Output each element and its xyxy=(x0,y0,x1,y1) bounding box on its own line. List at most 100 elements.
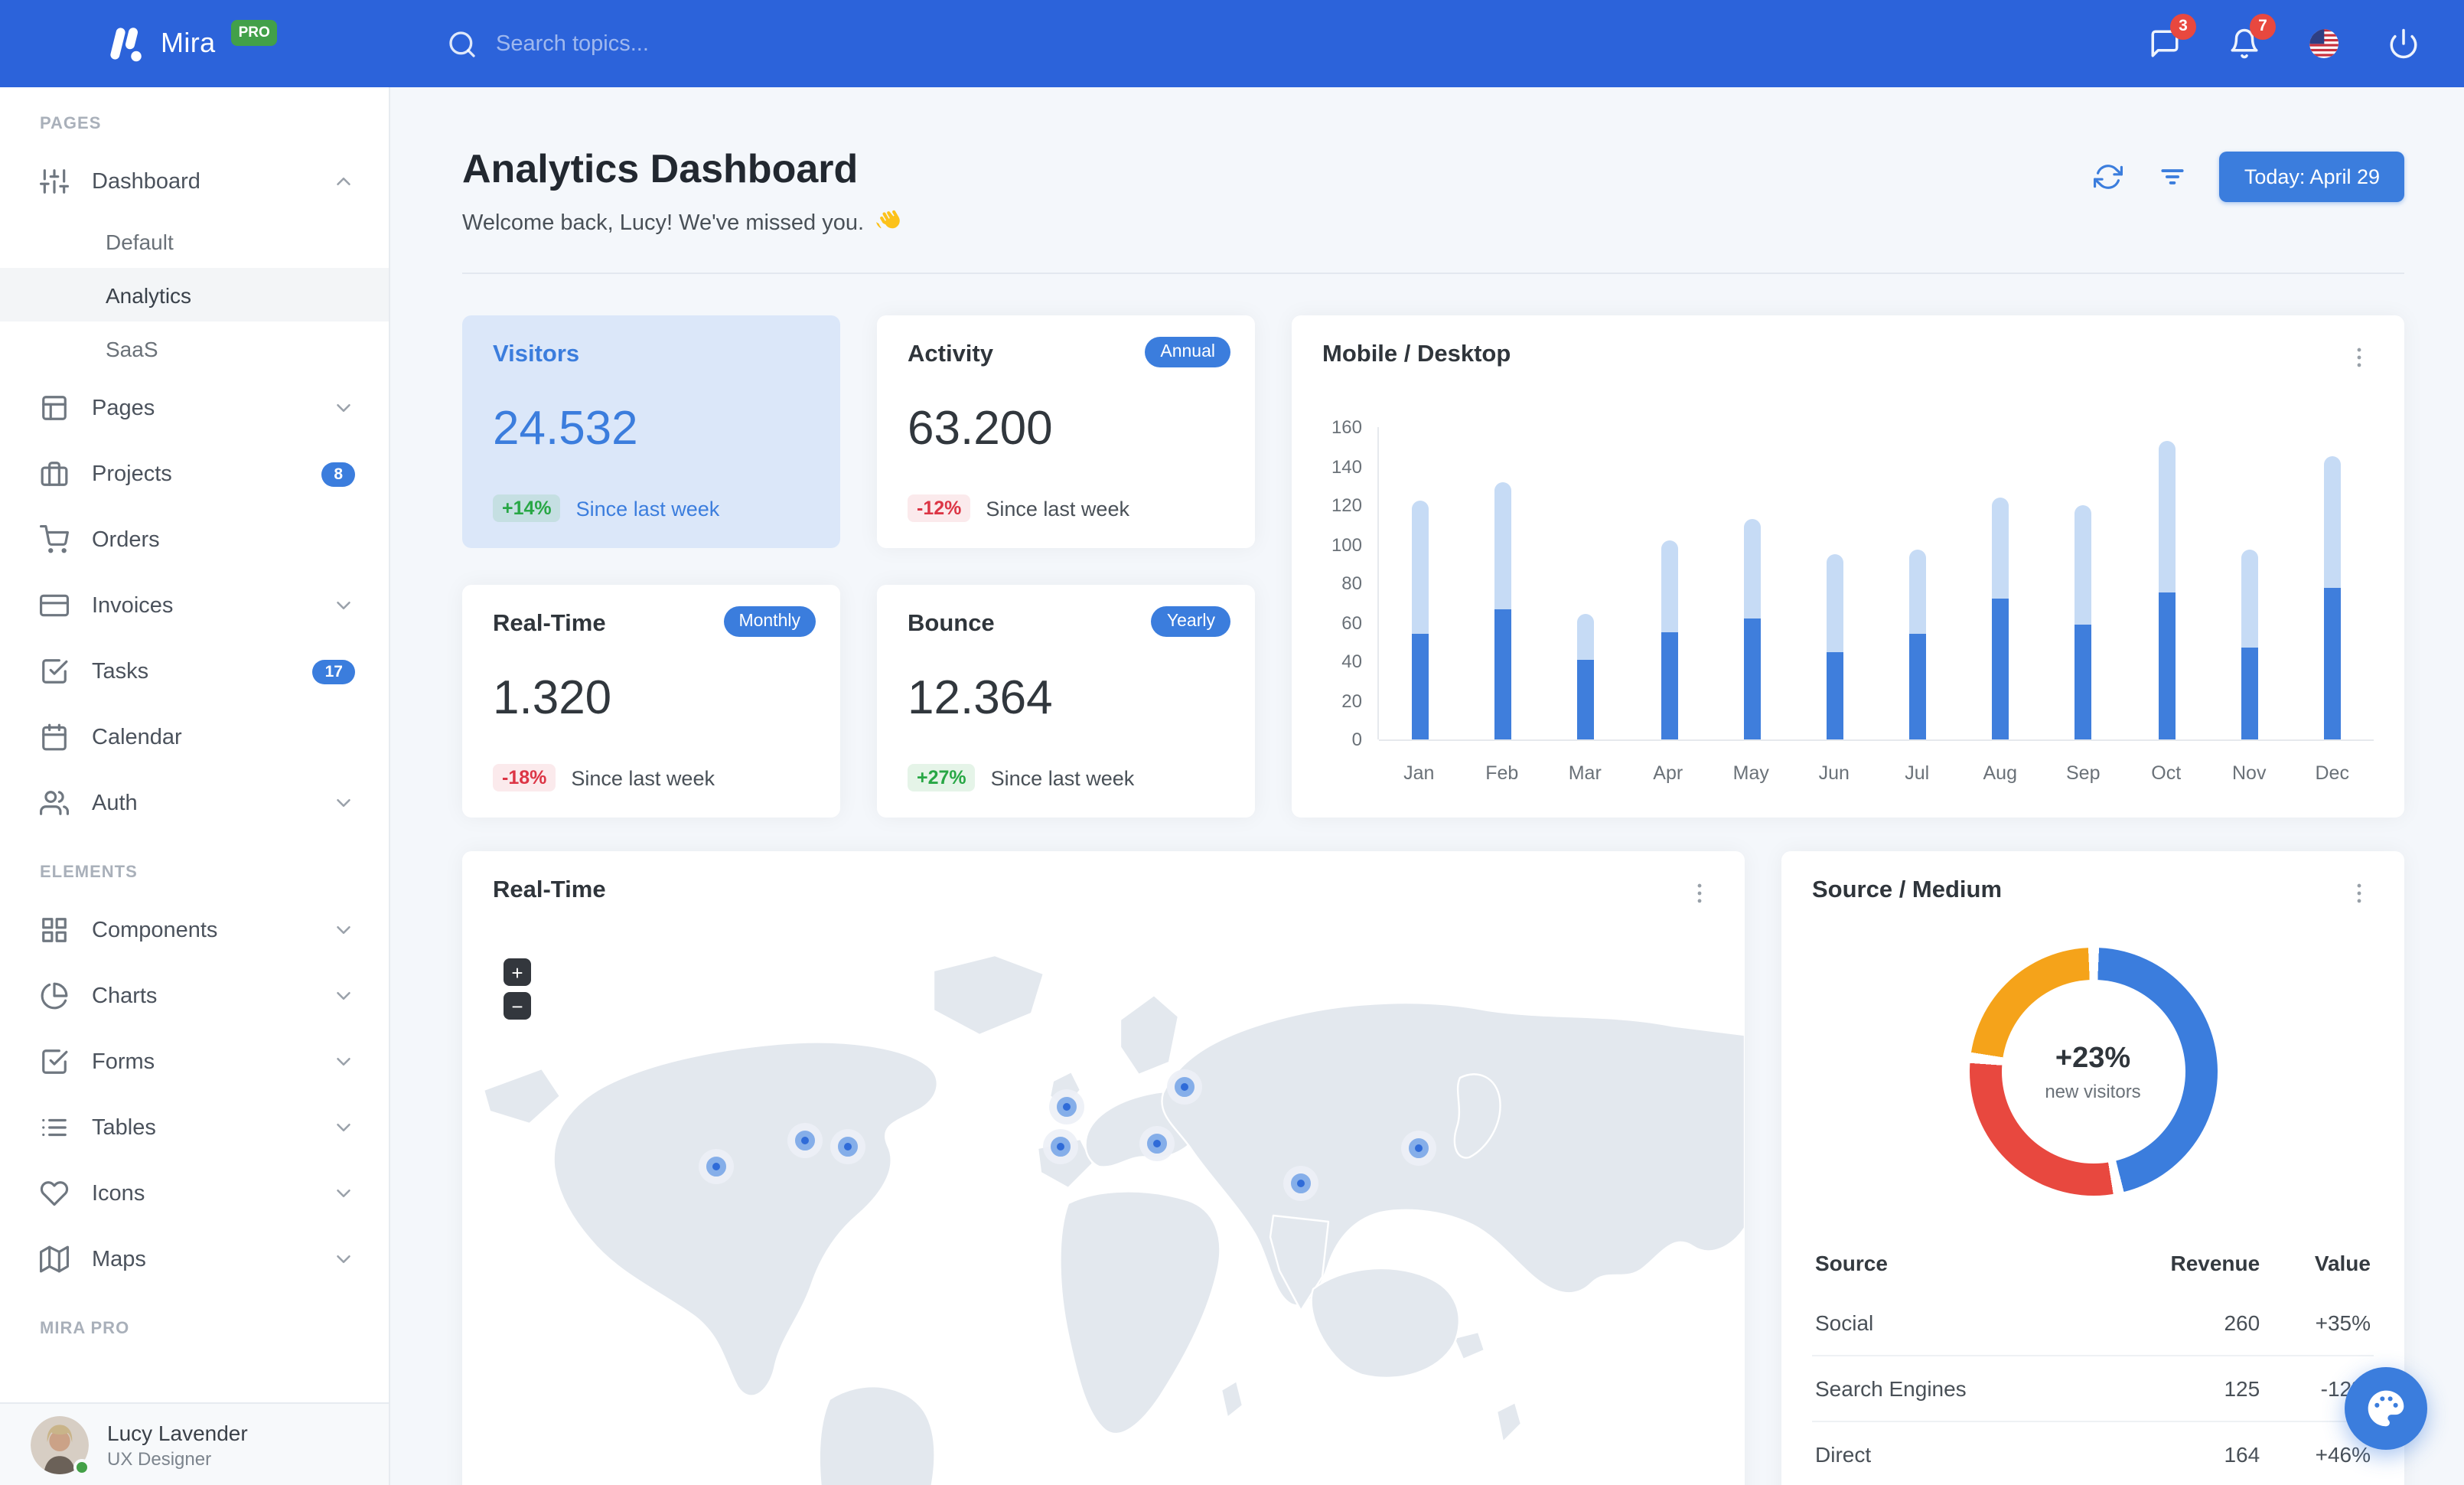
y-axis-tick: 100 xyxy=(1331,534,1362,555)
layout-icon xyxy=(42,396,67,420)
chevron-down-icon xyxy=(332,1248,355,1271)
sidebar-subitem-analytics[interactable]: Analytics xyxy=(0,268,389,321)
map-marker[interactable] xyxy=(1291,1173,1311,1193)
cart-icon xyxy=(40,525,69,553)
source-menu-button[interactable] xyxy=(2343,877,2374,908)
credit-card-icon xyxy=(40,591,69,620)
sidebar-item-components[interactable]: Components xyxy=(0,897,389,963)
sidebar-item-projects[interactable]: Projects 8 xyxy=(0,441,389,507)
y-axis-tick: 80 xyxy=(1341,573,1362,594)
map-zoom-out-button[interactable]: − xyxy=(504,992,531,1020)
sidebar-nav: PAGES Dashboard Default Analytics SaaS Pages P… xyxy=(0,87,389,1353)
theme-settings-fab[interactable] xyxy=(2345,1367,2427,1450)
refresh-button[interactable] xyxy=(2082,154,2134,200)
delta-badge: +27% xyxy=(908,764,976,791)
avatar xyxy=(31,1415,90,1475)
map-marker[interactable] xyxy=(706,1157,726,1177)
chevron-down-icon xyxy=(332,397,355,419)
sidebar-section-label: MIRA PRO xyxy=(40,1320,130,1338)
sidebar-item-label: Projects xyxy=(92,462,172,486)
delta-badge: -18% xyxy=(493,764,556,791)
bar-chart-menu-button[interactable] xyxy=(2343,341,2374,372)
map-marker[interactable] xyxy=(1175,1077,1195,1097)
search-input[interactable] xyxy=(496,31,986,56)
cell-revenue: 125 xyxy=(2092,1355,2264,1421)
briefcase-icon xyxy=(40,459,69,488)
map-menu-button[interactable] xyxy=(1683,877,1714,908)
x-axis-label: Oct xyxy=(2151,762,2182,784)
language-button[interactable] xyxy=(2293,13,2354,74)
donut-center-value: +23% xyxy=(2055,1042,2131,1074)
stat-card-activity: Activity Annual 63.200 -12% Since last week xyxy=(877,315,1255,548)
chevron-up-icon xyxy=(332,170,355,193)
notifications-button[interactable]: 7 xyxy=(2213,13,2276,74)
bar-feb xyxy=(1462,427,1544,739)
sidebar-item-icons[interactable]: Icons xyxy=(0,1160,389,1226)
period-chip: Yearly xyxy=(1151,606,1230,637)
sidebar-item-label: Tasks xyxy=(92,659,149,684)
list-icon xyxy=(40,1113,69,1142)
map-marker[interactable] xyxy=(1409,1138,1429,1158)
period-chip: Monthly xyxy=(723,606,816,637)
stat-cards-grid: Visitors 24.532 +14% Since last week Activit… xyxy=(462,315,1255,818)
sidebar-count-badge: 17 xyxy=(312,659,355,684)
top-navbar: Mira PRO 3 7 xyxy=(0,0,2464,87)
online-status-dot xyxy=(73,1458,90,1475)
sidebar-item-calendar[interactable]: Calendar xyxy=(0,704,389,770)
bar-aug xyxy=(1959,427,2042,739)
bar-jun xyxy=(1794,427,1876,739)
sidebar-item-charts[interactable]: Charts xyxy=(0,963,389,1029)
stat-caption: Since last week xyxy=(575,497,720,520)
sidebar-item-dashboard[interactable]: Dashboard xyxy=(0,148,389,214)
check-square-icon xyxy=(42,659,68,684)
source-medium-card: Source / Medium +23% new visitors Source… xyxy=(1781,851,2404,1485)
sidebar-item-label: Pages xyxy=(92,396,155,420)
page-header: Analytics Dashboard Welcome back, Lucy! … xyxy=(462,145,2404,274)
grid-icon xyxy=(40,915,69,945)
map-marker[interactable] xyxy=(795,1131,815,1150)
date-range-button[interactable]: Today: April 29 xyxy=(2219,152,2404,202)
sidebar-item-forms[interactable]: Forms xyxy=(0,1029,389,1095)
sidebar-item-maps[interactable]: Maps xyxy=(0,1226,389,1292)
sliders-icon xyxy=(40,167,69,196)
sidebar-item-pages[interactable]: Pages xyxy=(0,375,389,441)
sidebar-item-orders[interactable]: Orders xyxy=(0,507,389,573)
map-marker[interactable] xyxy=(1147,1134,1167,1154)
chevron-down-icon xyxy=(337,1058,350,1066)
realtime-map-card: Real-Time + − xyxy=(462,851,1745,1485)
table-row: Search Engines 125 -12% xyxy=(1812,1355,2374,1421)
map-marker[interactable] xyxy=(1057,1097,1077,1117)
user-panel[interactable]: Lucy Lavender UX Designer xyxy=(0,1402,389,1485)
sidebar-item-tables[interactable]: Tables xyxy=(0,1095,389,1160)
us-flag-icon xyxy=(2309,29,2338,58)
stat-value: 63.200 xyxy=(908,401,1053,455)
map-marker[interactable] xyxy=(1051,1137,1071,1157)
sidebar-item-auth[interactable]: Auth xyxy=(0,770,389,836)
sidebar-item-invoices[interactable]: Invoices xyxy=(0,573,389,638)
calendar-icon xyxy=(42,723,67,751)
map-title: Real-Time xyxy=(493,877,606,903)
filter-button[interactable] xyxy=(2146,154,2198,200)
x-axis-label: May xyxy=(1732,762,1769,784)
map-zoom-in-button[interactable]: + xyxy=(504,958,531,986)
search-icon xyxy=(449,31,475,57)
sliders-icon xyxy=(40,169,69,194)
mobile-desktop-card: Mobile / Desktop 0 20 40 60 80 100 120 140 160 Ja… xyxy=(1292,315,2404,818)
messages-button[interactable]: 3 xyxy=(2133,13,2196,74)
chevron-down-icon xyxy=(332,594,355,617)
delta-badge: +14% xyxy=(493,494,561,522)
sidebar-subitem-saas[interactable]: SaaS xyxy=(0,321,389,375)
sidebar-subitem-default[interactable]: Default xyxy=(0,214,389,268)
bar-oct xyxy=(2125,427,2208,739)
sign-out-button[interactable] xyxy=(2372,13,2433,74)
period-chip: Annual xyxy=(1145,337,1230,367)
world-map[interactable]: + − xyxy=(462,937,1745,1485)
sidebar-item-tasks[interactable]: Tasks 17 xyxy=(0,638,389,704)
brand[interactable]: Mira PRO xyxy=(104,20,447,63)
bar-mar xyxy=(1545,427,1628,739)
map-marker[interactable] xyxy=(838,1137,858,1157)
chevron-down-icon xyxy=(332,1182,355,1205)
app-root: Mira PRO 3 7 xyxy=(0,0,2464,1485)
source-table: Source Revenue Value Social 260 +35% Search E… xyxy=(1812,1235,2374,1485)
briefcase-icon xyxy=(41,462,68,486)
